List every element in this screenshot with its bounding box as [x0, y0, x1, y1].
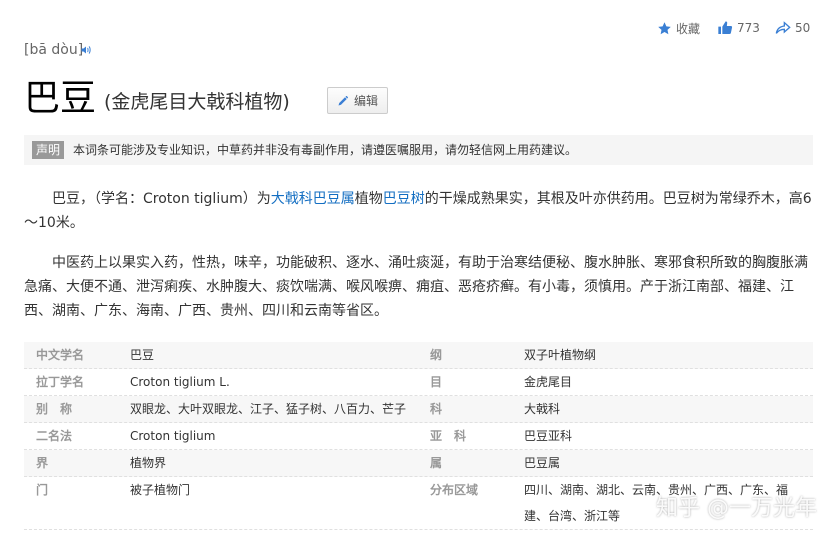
- link-euphorbiaceae[interactable]: 大戟科: [271, 191, 313, 207]
- table-row: 二名法 Croton tiglium 亚 科 巴豆亚科: [24, 423, 813, 450]
- info-value: 金虎尾目: [524, 375, 573, 389]
- pronunciation-button[interactable]: [80, 41, 92, 60]
- thumbs-up-icon: [718, 21, 733, 34]
- intro-text-1: 巴豆，（学名：Croton tiglium）为: [52, 191, 271, 207]
- info-key: 拉丁学名: [36, 375, 85, 389]
- info-value: 被子植物门: [130, 483, 191, 497]
- notice-tag: 声明: [32, 141, 65, 159]
- info-value: Croton tiglium L.: [130, 375, 230, 389]
- info-key: 分布区域: [430, 483, 479, 497]
- info-value: Croton tiglium: [130, 429, 216, 443]
- info-value: 巴豆: [130, 348, 155, 362]
- table-row: 界 植物界 属 巴豆属: [24, 450, 813, 477]
- pencil-icon: [338, 95, 348, 105]
- disclaimer-notice: 声明 本词条可能涉及专业知识，中草药并非没有毒副作用，请遵医嘱服用，请勿轻信网上…: [24, 135, 813, 165]
- edit-label: 编辑: [353, 94, 378, 108]
- info-value: 双眼龙、大叶双眼龙、江子、猛子树、八百力、芒子: [130, 402, 407, 416]
- pinyin: [bā dòu]: [24, 42, 84, 58]
- info-value: 双子叶植物纲: [524, 348, 597, 362]
- notice-text: 本词条可能涉及专业知识，中草药并非没有毒副作用，请遵医嘱服用，请勿轻信网上用药建…: [73, 143, 578, 157]
- star-icon: [658, 21, 671, 34]
- info-key: 纲: [430, 348, 443, 362]
- info-key: 别 称: [36, 402, 73, 416]
- info-value: 巴豆属: [524, 456, 561, 470]
- link-croton-tree[interactable]: 巴豆树: [383, 191, 425, 207]
- table-row: 拉丁学名 Croton tiglium L. 目 金虎尾目: [24, 369, 813, 396]
- share-count: 50: [795, 21, 811, 35]
- info-value: 巴豆亚科: [524, 429, 573, 443]
- info-key: 门: [36, 483, 49, 497]
- info-value: 植物界: [130, 456, 167, 470]
- info-key: 二名法: [36, 429, 73, 443]
- medicine-paragraph: 中医药上以果实入药，性热，味辛，功能破积、逐水、涌吐痰涎，有助于治寒结便秘、腹水…: [24, 255, 808, 319]
- edit-button[interactable]: 编辑: [327, 87, 388, 114]
- info-key: 科: [430, 402, 443, 416]
- favorite-label: 收藏: [676, 21, 701, 36]
- info-key: 属: [430, 456, 443, 470]
- watermark: 知乎 @一万光年: [656, 496, 817, 521]
- intro-text-2: 植物: [354, 191, 383, 207]
- info-key: 中文学名: [36, 348, 85, 362]
- info-value: 大戟科: [524, 402, 561, 416]
- like-count: 773: [737, 21, 760, 35]
- table-row: 别 称 双眼龙、大叶双眼龙、江子、猛子树、八百力、芒子 科 大戟科: [24, 396, 813, 423]
- page-title: 巴豆: [24, 78, 97, 119]
- intro-paragraph: 巴豆，（学名：Croton tiglium）为大戟科巴豆属植物巴豆树的干燥成熟果…: [24, 187, 813, 235]
- info-key: 界: [36, 456, 49, 470]
- share-button[interactable]: 50: [775, 17, 810, 39]
- info-key: 亚 科: [430, 429, 467, 443]
- action-toolbar: 收藏 773 50: [657, 17, 837, 39]
- info-key: 目: [430, 375, 443, 389]
- like-button[interactable]: 773: [717, 17, 760, 39]
- share-icon: [775, 21, 791, 34]
- link-croton-genus[interactable]: 巴豆属: [313, 191, 355, 207]
- table-row: 中文学名 巴豆 纲 双子叶植物纲: [24, 342, 813, 369]
- favorite-button[interactable]: 收藏: [657, 17, 700, 39]
- page-subtitle: (金虎尾目大戟科植物): [104, 91, 290, 113]
- speaker-icon: [81, 46, 91, 54]
